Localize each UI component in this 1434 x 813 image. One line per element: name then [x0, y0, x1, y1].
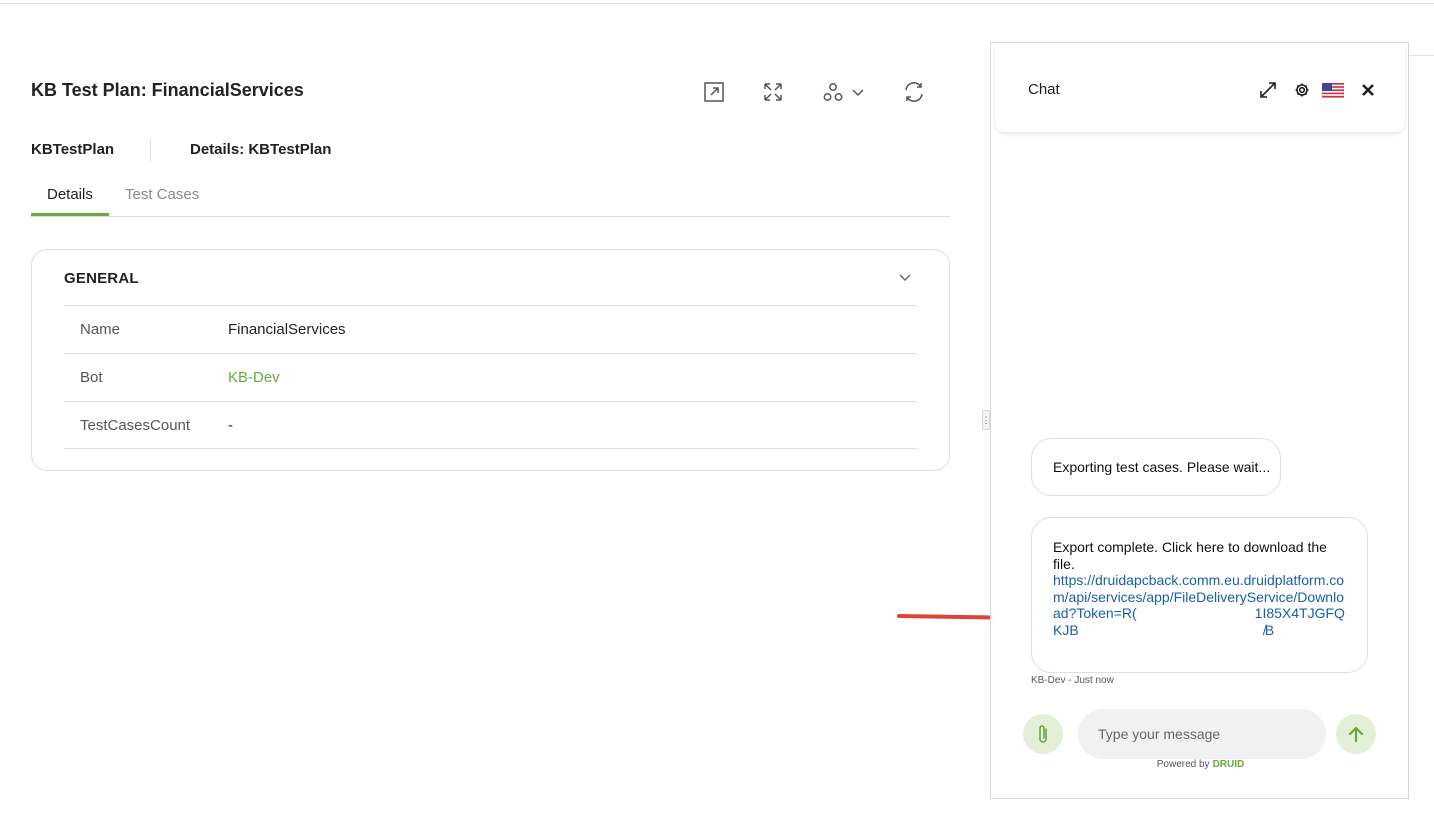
- chevron-down-icon: [899, 274, 911, 282]
- chat-header: Chat: [995, 43, 1405, 132]
- us-flag-icon: [1322, 82, 1344, 98]
- field-value: -: [228, 417, 233, 434]
- message-time: - Just now: [1065, 675, 1114, 686]
- right-divider: [1409, 55, 1434, 56]
- table-row: Bot KB-Dev: [64, 353, 917, 401]
- general-card: GENERAL Name FinancialServices Bot KB-De…: [31, 249, 950, 471]
- tab-bar: Details Test Cases: [31, 176, 950, 217]
- table-row: TestCasesCount -: [64, 401, 917, 449]
- tab-test-cases[interactable]: Test Cases: [125, 186, 199, 203]
- breadcrumb-divider: [150, 139, 151, 161]
- collapse-button[interactable]: [896, 268, 916, 286]
- message-sender: KB-Dev: [1031, 675, 1066, 686]
- language-button[interactable]: [1321, 79, 1345, 101]
- download-link[interactable]: https://druidapcback.comm.eu.druidplatfo…: [1053, 572, 1347, 638]
- gear-icon: [1295, 83, 1309, 97]
- breadcrumb-details: Details: KBTestPlan: [190, 141, 332, 158]
- fullscreen-icon: [764, 83, 782, 101]
- field-label: Bot: [80, 369, 103, 386]
- download-link-text: ̸B: [1264, 621, 1275, 638]
- expand-chat-button[interactable]: [1257, 79, 1279, 101]
- chat-title: Chat: [1028, 81, 1060, 98]
- field-label: Name: [80, 321, 121, 338]
- field-value: FinancialServices: [228, 321, 346, 338]
- general-table: Name FinancialServices Bot KB-Dev TestCa…: [64, 305, 917, 449]
- tab-details[interactable]: Details: [47, 186, 93, 203]
- nodes-icon: [823, 83, 843, 101]
- page-title: KB Test Plan: FinancialServices: [31, 80, 304, 100]
- nodes-menu-button[interactable]: [816, 78, 872, 106]
- chevron-down-icon: [852, 89, 864, 97]
- panel-resize-handle[interactable]: ⋮: [982, 410, 991, 430]
- arrow-up-icon: [1348, 726, 1364, 743]
- message-meta: KB-Dev - Just now: [1031, 675, 1114, 686]
- breadcrumb-name: KBTestPlan: [31, 141, 115, 158]
- general-title: GENERAL: [64, 270, 139, 287]
- close-icon: [1362, 84, 1374, 96]
- close-chat-button[interactable]: [1357, 79, 1379, 101]
- chat-panel: Chat Exporting test cases. Please wait..…: [990, 42, 1409, 799]
- chat-message: Export complete. Click here to download …: [1031, 517, 1368, 673]
- fullscreen-button[interactable]: [758, 78, 788, 106]
- top-divider: [0, 3, 1434, 4]
- powered-by: Powered by DRUID: [991, 759, 1410, 770]
- attach-button[interactable]: [1023, 714, 1063, 754]
- open-external-icon: [704, 82, 724, 102]
- send-button[interactable]: [1336, 714, 1376, 754]
- chat-message: Exporting test cases. Please wait...: [1031, 438, 1281, 496]
- message-text: Exporting test cases. Please wait...: [1053, 459, 1271, 475]
- table-row: Name FinancialServices: [64, 305, 917, 353]
- refresh-icon: [905, 82, 923, 102]
- brand-name[interactable]: DRUID: [1213, 759, 1245, 770]
- bot-link[interactable]: KB-Dev: [228, 369, 280, 386]
- active-tab-indicator: [31, 213, 109, 216]
- open-external-button[interactable]: [699, 78, 729, 106]
- refresh-button[interactable]: [899, 78, 929, 106]
- powered-by-text: Powered by: [1156, 759, 1210, 770]
- expand-icon: [1260, 82, 1276, 98]
- field-label: TestCasesCount: [80, 417, 191, 434]
- message-text: Export complete. Click here to download …: [1053, 539, 1327, 572]
- paperclip-icon: [1039, 725, 1047, 743]
- message-input[interactable]: [1078, 709, 1326, 759]
- chat-settings-button[interactable]: [1291, 79, 1313, 101]
